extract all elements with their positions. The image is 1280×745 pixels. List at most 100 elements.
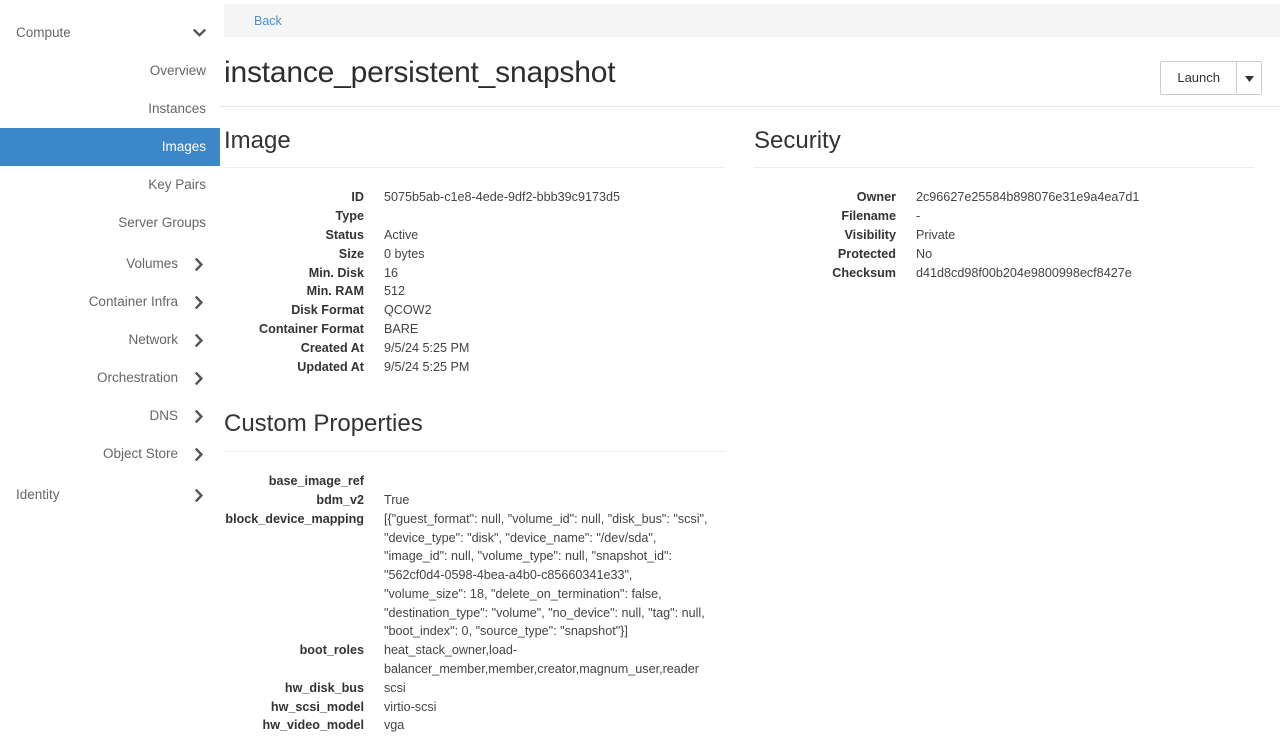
detail-label: Owner [856,190,896,205]
detail-row: base_image_ref [224,472,724,491]
section-divider [224,167,724,169]
sidebar-item-label: Object Store [102,446,178,462]
detail-value: 9/5/24 5:25 PM [384,340,470,355]
sidebar-item-instances[interactable]: Instances [0,90,220,128]
detail-value: 5075b5ab-c1e8-4ede-9df2-bbb39c9173d5 [384,190,620,205]
detail-label: Min. Disk [308,265,364,280]
sidebar-item-overview[interactable]: Overview [0,52,220,90]
detail-value: [{"guest_format": null, "volume_id": nul… [384,511,708,639]
launch-button-group: Launch [1160,61,1262,95]
detail-label: hw_disk_bus [284,680,364,695]
custom-properties-section: Custom Properties base_image_ref bdm_v2 Tr… [224,376,724,735]
sidebar-item-volumes[interactable]: Volumes [0,245,220,283]
main-content: Back instance_persistent_snapshot Launch [220,0,1280,745]
detail-row: Protected No [754,245,1254,264]
sidebar-item-key-pairs[interactable]: Key Pairs [0,166,220,204]
detail-row: hw_disk_bus scsi [224,679,724,698]
custom-properties-title: Custom Properties [224,410,423,438]
detail-value: 2c96627e25584b898076e31e9a4ea7d1 [916,190,1140,205]
security-section-title: Security [754,126,841,154]
sidebar-item-label: Instances [148,101,206,117]
detail-row: Owner 2c96627e25584b898076e31e9a4ea7d1 [754,188,1254,207]
details-columns: Image ID 5075b5ab-c1e8-4ede-9df2-bbb39c91… [220,107,1280,736]
chevron-right-icon [192,447,206,461]
chevron-right-icon [192,371,206,385]
detail-label: boot_roles [299,643,364,658]
detail-label: Created At [300,340,364,355]
detail-value: 16 [384,265,399,280]
sidebar-item-server-groups[interactable]: Server Groups [0,204,220,242]
detail-label: hw_scsi_model [270,699,364,714]
detail-label: Min. RAM [306,284,364,299]
detail-value: True [384,492,410,507]
detail-row: ID 5075b5ab-c1e8-4ede-9df2-bbb39c9173d5 [224,188,724,207]
sidebar-item-label: Volumes [126,256,178,272]
detail-row: Checksum d41d8cd98f00b204e9800998ecf8427e [754,264,1254,283]
sidebar-item-images[interactable]: Images [0,128,220,166]
chevron-right-icon [192,488,206,502]
detail-label: Size [338,246,364,261]
detail-label: hw_video_model [262,718,364,733]
sidebar-item-label: Key Pairs [148,177,206,193]
sidebar-item-container-infra[interactable]: Container Infra [0,283,220,321]
detail-label: Filename [841,209,896,224]
detail-label: Checksum [832,265,896,280]
sidebar-item-label: DNS [149,408,178,424]
detail-label: bdm_v2 [316,492,364,507]
sidebar-item-object-store[interactable]: Object Store [0,435,220,473]
detail-row: block_device_mapping [{"guest_format": nu… [224,510,724,642]
chevron-right-icon [192,257,206,271]
sidebar-item-identity[interactable]: Identity [0,476,220,514]
custom-properties-list: base_image_ref bdm_v2 True block_device_map… [224,472,724,735]
sidebar-item-label: Orchestration [96,370,178,386]
detail-value: Private [916,227,956,242]
detail-label: Disk Format [291,303,364,318]
detail-value: 9/5/24 5:25 PM [384,359,470,374]
right-column: Security Owner 2c96627e25584b898076e31e9a… [750,127,1280,736]
detail-label: Protected [837,246,896,261]
security-detail-list: Owner 2c96627e25584b898076e31e9a4ea7d1 Fil… [754,188,1254,282]
detail-row: Min. Disk 16 [224,264,724,283]
sidebar-item-network[interactable]: Network [0,321,220,359]
details-body: Image ID 5075b5ab-c1e8-4ede-9df2-bbb39c91… [220,107,1280,745]
breadcrumb: Back [224,4,1280,37]
detail-value: heat_stack_owner,load-balancer_member,me… [384,643,700,677]
page-title: instance_persistent_snapshot [224,56,616,89]
detail-row: Container Format BARE [224,320,724,339]
detail-value: BARE [384,321,419,336]
left-column: Image ID 5075b5ab-c1e8-4ede-9df2-bbb39c91… [220,127,750,736]
chevron-right-icon [192,295,206,309]
detail-label: block_device_mapping [225,511,364,526]
detail-row: Filename - [754,207,1254,226]
detail-label: ID [351,190,364,205]
detail-row: bdm_v2 True [224,491,724,510]
detail-value: 512 [384,284,406,299]
sidebar-item-label: Network [128,332,178,348]
back-link[interactable]: Back [254,14,282,28]
page-header: instance_persistent_snapshot Launch [220,37,1280,95]
chevron-down-icon [192,26,206,40]
image-detail-list: ID 5075b5ab-c1e8-4ede-9df2-bbb39c9173d5 Ty… [224,188,724,376]
detail-row: Status Active [224,226,724,245]
detail-value: scsi [384,680,406,695]
detail-row: hw_video_model vga [224,716,724,735]
sidebar-item-compute[interactable]: Compute [0,14,220,52]
sidebar: Compute Overview Instances Images Key Pairs S… [0,0,220,745]
sidebar-item-label: Server Groups [118,215,206,231]
sidebar-item-dns[interactable]: DNS [0,397,220,435]
detail-value: Active [384,227,419,242]
detail-value: d41d8cd98f00b204e9800998ecf8427e [916,265,1132,280]
detail-row: Min. RAM 512 [224,282,724,301]
detail-row: hw_scsi_model virtio-scsi [224,698,724,717]
detail-row: boot_roles heat_stack_owner,load-balancer… [224,641,724,679]
chevron-right-icon [192,333,206,347]
detail-row: Size 0 bytes [224,245,724,264]
sidebar-item-orchestration[interactable]: Orchestration [0,359,220,397]
image-section: Image ID 5075b5ab-c1e8-4ede-9df2-bbb39c91… [224,127,724,377]
detail-label: Container Format [259,321,364,336]
detail-label: Type [335,209,364,224]
launch-button[interactable]: Launch [1160,61,1237,95]
sidebar-item-label: Identity [16,487,60,503]
detail-label: base_image_ref [268,474,364,489]
launch-dropdown-toggle[interactable] [1237,61,1262,95]
